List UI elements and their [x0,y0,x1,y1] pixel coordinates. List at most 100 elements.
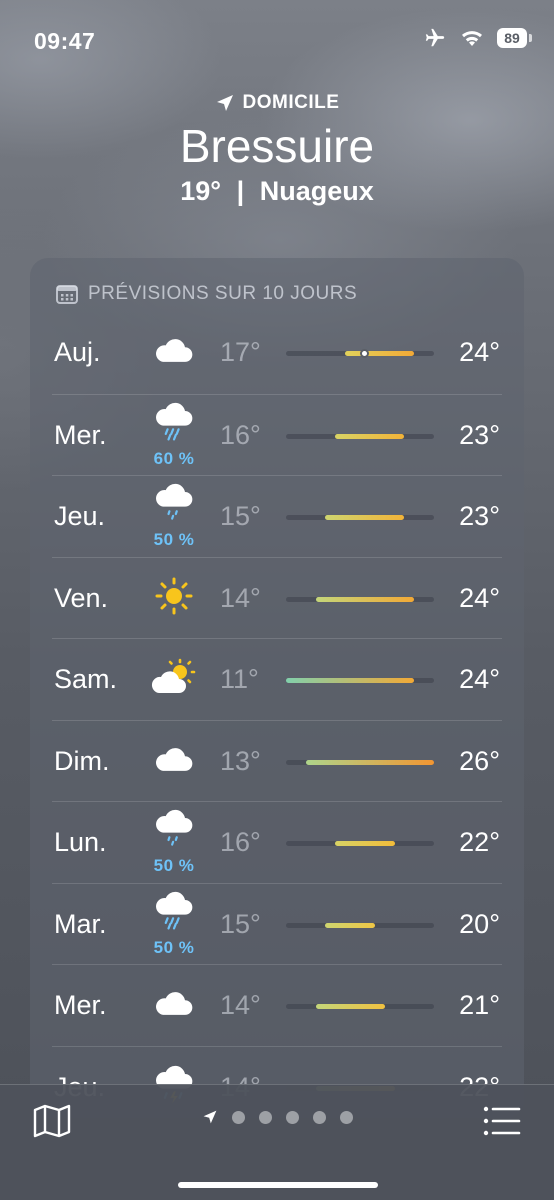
location-label: DOMICILE [242,92,340,113]
high-temp: 22° [459,827,500,858]
precip-probability: 50 % [153,937,195,957]
page-dot[interactable] [285,1110,299,1124]
cloud-rain-icon [152,891,196,936]
airplane-icon [425,28,445,47]
sun-icon [154,576,194,621]
cloud-icon [152,986,196,1025]
cloud-icon [152,742,196,781]
low-temp: 16° [220,827,261,858]
forecast-row[interactable]: Mer. 14° 21° [52,964,502,1046]
low-temp: 14° [220,582,261,613]
forecast-rows: Auj. 17° 24° Mer. 60 % 16° 23° Jeu. 50 % 15° 23° Ve… [30,312,524,1118]
day-label: Dim. [54,745,110,776]
location-arrow-icon [216,95,233,111]
home-indicator[interactable] [178,1182,378,1188]
location-row: DOMICILE [0,92,554,114]
low-temp: 15° [220,908,261,939]
temp-range-bar [286,678,415,683]
weather-condition [150,558,198,640]
current-temp: 19° [180,176,222,206]
day-label: Lun. [54,827,107,858]
calendar-icon [56,285,78,304]
weather-condition [150,965,198,1047]
current-temp-marker [360,349,370,358]
high-temp: 23° [459,419,500,450]
low-temp: 15° [220,501,261,532]
forecast-row[interactable]: Dim. 13° 26° [52,719,502,803]
precip-probability: 50 % [153,856,195,876]
forecast-row[interactable]: Lun. 50 % 16° 22° [52,801,502,883]
weather-condition [150,721,198,803]
temp-range-track [286,515,434,520]
day-label: Sam. [54,664,118,695]
forecast-row[interactable]: Auj. 17° 24° [52,312,502,394]
battery-level: 89 [497,28,527,48]
temp-range-bar [325,515,405,520]
low-temp: 17° [220,337,261,368]
low-temp: 16° [220,419,261,450]
weather-condition: 50 % [150,802,198,884]
high-temp: 24° [459,337,500,368]
temp-range-track [286,1004,434,1009]
battery-tip [529,34,532,42]
page-dot[interactable] [312,1110,326,1124]
temp-range-track [286,596,434,602]
temp-range-track [286,433,434,439]
summary-separator: | [236,176,245,206]
page-dot[interactable] [231,1110,245,1124]
page-dot[interactable] [339,1110,353,1124]
day-label: Ven. [54,582,109,613]
location-header: DOMICILE Bressuire 19° | Nuageux [0,92,554,207]
forecast-card-header: PRÉVISIONS SUR 10 JOURS [30,258,524,312]
day-label: Mar. [54,908,107,939]
weather-condition [150,312,198,394]
temp-range-bar [335,433,405,439]
weather-condition: 60 % [150,395,198,477]
high-temp: 20° [459,908,500,939]
page-dot[interactable] [258,1110,272,1124]
temp-range-bar [315,1004,385,1009]
temp-range-bar [325,922,375,928]
forecast-row[interactable]: Mar. 50 % 15° 20° [52,882,502,966]
high-temp: 26° [459,745,500,776]
status-bar: 09:47 89 [0,0,554,80]
weather-condition: 50 % [150,476,198,558]
day-label: Mer. [54,990,107,1021]
temp-range-bar [345,351,415,356]
precip-probability: 60 % [153,448,195,468]
forecast-row[interactable]: Ven. 14° 24° [52,556,502,640]
partly-cloudy-icon [150,658,198,701]
cloud-drizzle-icon [152,809,196,854]
city-name: Bressuire [179,120,375,172]
high-temp: 24° [459,582,500,613]
current-summary: 19° | Nuageux [0,176,554,207]
temp-range-bar [315,596,415,602]
location-arrow-icon [203,1110,216,1124]
temp-range-bar [305,759,434,765]
temp-range-bar [335,841,395,846]
forecast-row[interactable]: Jeu. 50 % 15° 23° [52,475,502,557]
temp-range-track [286,349,434,358]
low-temp: 14° [220,990,261,1021]
low-temp: 11° [220,664,259,695]
low-temp: 13° [220,745,261,776]
precip-probability: 50 % [153,530,195,550]
battery-indicator: 89 [497,28,532,48]
ten-day-forecast-card[interactable]: PRÉVISIONS SUR 10 JOURS Auj. 17° 24° Mer. 60… [30,258,524,1118]
forecast-title: PRÉVISIONS SUR 10 JOURS [88,283,358,304]
day-label: Jeu. [54,501,106,532]
city-list-icon[interactable] [482,1103,522,1139]
weather-condition [150,639,198,721]
cloud-drizzle-icon [152,483,196,528]
temp-range-track [286,759,434,765]
wifi-icon [462,31,482,46]
current-condition: Nuageux [259,176,374,206]
forecast-row[interactable]: Sam. 11° 24° [52,638,502,720]
temp-range-track [286,922,434,928]
forecast-row[interactable]: Mer. 60 % 16° 23° [52,393,502,477]
day-label: Mer. [54,419,107,450]
weather-condition: 50 % [150,884,198,966]
temp-range-track [286,841,434,846]
high-temp: 21° [459,990,500,1021]
page-indicator[interactable] [0,1109,554,1125]
